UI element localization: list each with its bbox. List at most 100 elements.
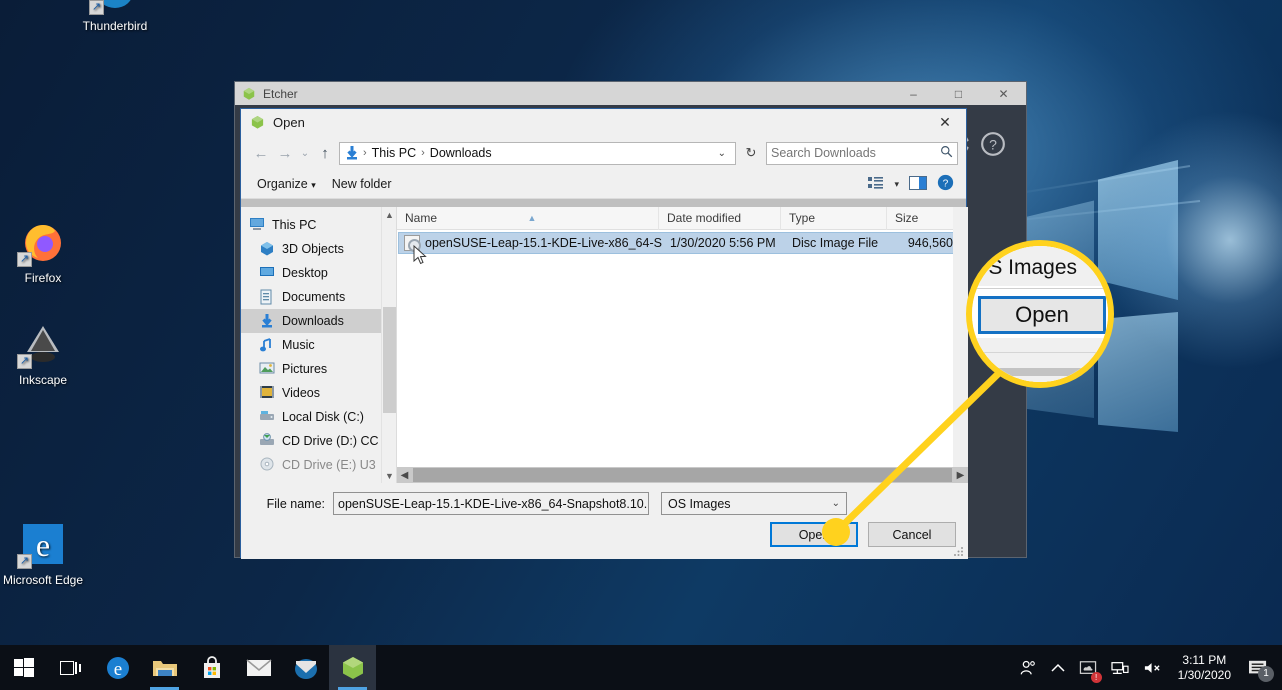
chevron-down-icon[interactable]: ⌄	[832, 498, 840, 509]
tree-item-desktop[interactable]: Desktop	[241, 261, 381, 285]
volume-muted-icon[interactable]	[1136, 645, 1168, 690]
resize-grip[interactable]	[953, 545, 965, 557]
desktop-icon-label: Thunderbird	[82, 19, 148, 33]
new-folder-button[interactable]: New folder	[324, 177, 400, 191]
cancel-button[interactable]: Cancel	[868, 522, 956, 547]
desktop-icon-inkscape[interactable]: ↗ Inkscape	[0, 320, 86, 387]
scroll-left-icon[interactable]: ◀	[397, 470, 412, 481]
scroll-right-icon[interactable]: ▶	[953, 470, 968, 481]
thunderbird-taskbar-button[interactable]	[282, 645, 329, 690]
dialog-title-bar[interactable]: Open ✕	[241, 109, 966, 136]
tree-item-documents[interactable]: Documents	[241, 285, 381, 309]
file-name-value: openSUSE-Leap-15.1-KDE-Live-x86_64-Snaps…	[338, 496, 649, 511]
table-row[interactable]: openSUSE-Leap-15.1-KDE-Live-x86_64-S... …	[398, 232, 967, 254]
dialog-main: This PC 3D Objects Desktop Documents Dow…	[241, 206, 968, 483]
svg-text:e: e	[36, 527, 50, 563]
tree-item-local-disk-c[interactable]: Local Disk (C:)	[241, 405, 381, 429]
task-view-button[interactable]	[47, 645, 94, 690]
search-input[interactable]: Search Downloads	[766, 141, 958, 165]
cd-drive-empty-icon	[259, 457, 277, 473]
taskbar[interactable]: e ! 3:11 PM 1/30/2020 1	[0, 645, 1282, 690]
etcher-minimize-button[interactable]: –	[891, 82, 936, 105]
edge-taskbar-button[interactable]: e	[94, 645, 141, 690]
tree-scroll-thumb[interactable]	[383, 307, 396, 413]
column-header-date-modified[interactable]: Date modified	[659, 206, 781, 230]
pictures-icon	[259, 361, 277, 377]
file-list-horizontal-scrollbar[interactable]: ◀ ▶	[397, 467, 968, 483]
tree-item-cd-drive-d[interactable]: CD Drive (D:) CC	[241, 429, 381, 453]
etcher-maximize-button[interactable]: □	[936, 82, 981, 105]
tree-scrollbar[interactable]: ▲ ▼	[381, 207, 396, 483]
up-button[interactable]: ↑	[313, 141, 337, 165]
notification-icon[interactable]: 1	[1241, 645, 1282, 690]
chevron-down-icon[interactable]: ▾	[894, 179, 899, 190]
people-icon[interactable]	[1012, 645, 1044, 690]
column-header-size[interactable]: Size	[887, 207, 947, 230]
desktop-icon-edge[interactable]: e ↗ Microsoft Edge	[0, 520, 86, 587]
scroll-down-icon[interactable]: ▼	[382, 468, 397, 483]
column-header-name[interactable]: Name ▲	[397, 206, 659, 230]
breadcrumb-dropdown-icon[interactable]: ⌄	[713, 148, 731, 159]
file-list-vertical-scrollbar[interactable]	[953, 207, 968, 468]
tree-item-videos[interactable]: Videos	[241, 381, 381, 405]
etcher-cube-icon	[243, 87, 255, 100]
back-button[interactable]: ←	[249, 141, 273, 165]
organize-label: Organize	[257, 177, 308, 191]
scroll-up-icon[interactable]: ▲	[382, 207, 397, 222]
help-icon[interactable]: ?	[937, 174, 954, 194]
thunderbird-icon	[294, 658, 317, 679]
shortcut-badge: ↗	[17, 554, 32, 569]
tree-item-this-pc[interactable]: This PC	[241, 213, 381, 237]
horizontal-scroll-thumb[interactable]	[413, 468, 952, 482]
magnified-filter-value: OS Images	[972, 256, 1078, 279]
magnifier-line-2	[972, 368, 1108, 376]
tree-item-music[interactable]: Music	[241, 333, 381, 357]
chevron-up-icon[interactable]	[1044, 645, 1072, 690]
etcher-title-bar[interactable]: Etcher – □ ✕	[235, 82, 1026, 105]
refresh-button[interactable]: ↻	[740, 145, 762, 161]
hard-drive-icon	[259, 409, 277, 425]
desktop-icon-thunderbird[interactable]: ↗ Thunderbird	[72, 0, 158, 33]
dialog-close-button[interactable]: ✕	[924, 109, 966, 136]
breadcrumb-item-downloads[interactable]: Downloads	[426, 146, 496, 160]
view-list-icon[interactable]	[868, 176, 884, 193]
downloads-folder-icon	[344, 145, 360, 161]
help-icon[interactable]: ?	[980, 131, 1006, 157]
tree-item-label: Documents	[282, 290, 346, 304]
thunderbird-icon: ↗	[89, 0, 139, 15]
file-name-cell: openSUSE-Leap-15.1-KDE-Live-x86_64-S...	[425, 236, 663, 250]
breadcrumb[interactable]: › This PC › Downloads ⌄	[339, 141, 736, 165]
dialog-title-label: Open	[273, 115, 305, 130]
file-list[interactable]: Name ▲ Date modified Type Size openSUSE-…	[396, 206, 968, 483]
tree-item-downloads[interactable]: Downloads	[241, 309, 381, 333]
breadcrumb-item-this-pc[interactable]: This PC	[368, 146, 420, 160]
column-header-type[interactable]: Type	[781, 206, 887, 230]
mail-taskbar-button[interactable]	[235, 645, 282, 690]
tree-item-pictures[interactable]: Pictures	[241, 357, 381, 381]
etcher-close-button[interactable]: ✕	[981, 82, 1026, 105]
recent-locations-button[interactable]: ⌄	[297, 148, 313, 159]
etcher-title-label: Etcher	[263, 86, 298, 101]
navigation-tree[interactable]: This PC 3D Objects Desktop Documents Dow…	[241, 207, 381, 483]
file-type-filter-combo[interactable]: OS Images ⌄	[661, 492, 847, 515]
shortcut-badge: ↗	[17, 252, 32, 267]
network-icon[interactable]	[1104, 645, 1136, 690]
clock[interactable]: 3:11 PM 1/30/2020	[1168, 653, 1241, 683]
open-file-dialog[interactable]: Open ✕ ← → ⌄ ↑ › This PC › Downloads ⌄ ↻…	[240, 108, 968, 559]
start-button[interactable]	[0, 645, 47, 690]
onedrive-error-icon[interactable]: !	[1072, 645, 1104, 690]
svg-text:e: e	[113, 659, 121, 680]
etcher-taskbar-button[interactable]	[329, 645, 376, 690]
file-name-input[interactable]: openSUSE-Leap-15.1-KDE-Live-x86_64-Snaps…	[333, 492, 649, 515]
file-explorer-taskbar-button[interactable]	[141, 645, 188, 690]
tree-item-3d-objects[interactable]: 3D Objects	[241, 237, 381, 261]
desktop: ↗ Thunderbird ↗ Firefox ↗ Inkscape e ↗ M…	[0, 0, 1282, 690]
tree-item-label: CD Drive (E:) U3	[282, 458, 376, 472]
preview-pane-icon[interactable]	[909, 175, 927, 193]
tree-item-label: This PC	[272, 218, 317, 232]
organize-button[interactable]: Organize ▾	[249, 177, 324, 191]
tree-item-cd-drive-e[interactable]: CD Drive (E:) U3	[241, 453, 381, 477]
microsoft-store-taskbar-button[interactable]	[188, 645, 235, 690]
forward-button[interactable]: →	[273, 141, 297, 165]
desktop-icon-firefox[interactable]: ↗ Firefox	[0, 218, 86, 285]
